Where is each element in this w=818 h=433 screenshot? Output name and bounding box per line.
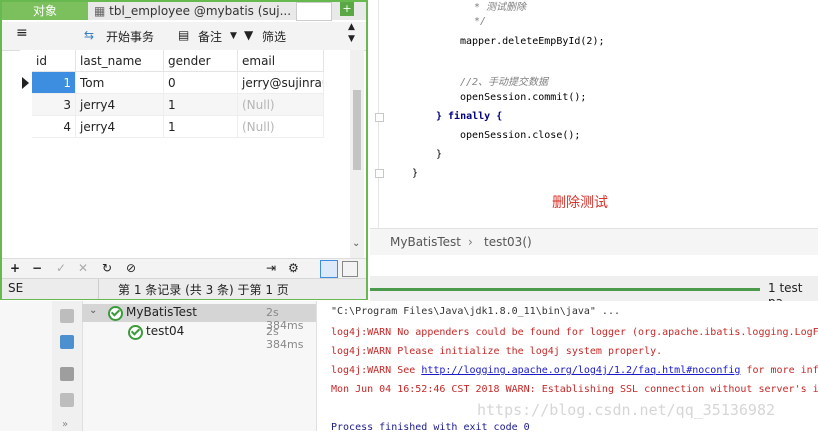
cell-gender[interactable]: 1 xyxy=(164,94,238,116)
console-line: "C:\Program Files\Java\jdk1.8.0_11\bin\j… xyxy=(331,306,620,317)
discard-icon[interactable]: ✕ xyxy=(78,261,88,275)
code-line-comment-end: */ xyxy=(468,16,487,27)
console-warn-prefix: log4j:WARN See xyxy=(331,365,422,376)
code-line: openSession.close(); xyxy=(460,130,581,141)
cell-id[interactable]: 4 xyxy=(32,116,76,138)
chevron-down-icon[interactable]: » xyxy=(62,419,68,430)
stop-icon[interactable] xyxy=(60,367,74,381)
breadcrumb-method[interactable]: test03() xyxy=(484,235,532,249)
data-grid[interactable]: id last_name gender email 1 Tom 0 jerry@… xyxy=(20,50,350,260)
console-line: Mon Jun 04 16:52:46 CST 2018 WARN: Estab… xyxy=(331,384,818,395)
rerun-icon[interactable] xyxy=(60,309,74,323)
test-child-time: 2s 384ms xyxy=(266,325,304,351)
transaction-icon: ⇆ xyxy=(84,28,95,42)
console-warn-suffix: for more info xyxy=(740,365,818,376)
progress-fill xyxy=(370,288,760,291)
chevron-down-icon[interactable]: ⌄ xyxy=(89,305,97,316)
console-line: log4j:WARN Please initialize the log4j s… xyxy=(331,346,663,357)
col-header-last-name[interactable]: last_name xyxy=(76,50,164,72)
pass-icon xyxy=(108,306,123,321)
breadcrumb-separator: › xyxy=(468,235,473,249)
tab-table[interactable]: ▦ tbl_employee @mybatis (suj... xyxy=(94,2,294,20)
code-editor[interactable]: * 测试删除 */ mapper.deleteEmpById(2); //2、手… xyxy=(370,0,818,228)
cell-email[interactable]: jerry@sujinrau xyxy=(238,72,324,94)
code-line-finally: } finally { xyxy=(436,111,503,122)
cell-last-name[interactable]: Tom xyxy=(76,72,164,94)
gear-icon[interactable]: ⚙ xyxy=(288,261,299,275)
history-icon[interactable] xyxy=(60,335,74,349)
menu-icon[interactable]: ≡ xyxy=(16,25,28,41)
status-record-text: 第 1 条记录 (共 3 条) 于第 1 页 xyxy=(118,283,289,297)
cell-gender[interactable]: 1 xyxy=(164,116,238,138)
cell-id[interactable]: 1 xyxy=(32,72,76,94)
tab-objects[interactable]: 对象 xyxy=(2,2,88,20)
code-line-brace: } xyxy=(436,149,443,160)
test-child-name[interactable]: test04 xyxy=(146,324,184,338)
add-icon[interactable]: + xyxy=(340,2,354,16)
status-divider xyxy=(98,279,99,299)
code-line-comment: * 测试删除 xyxy=(468,2,527,13)
console-line: log4j:WARN See http://logging.apache.org… xyxy=(331,365,818,376)
delete-record-icon[interactable]: − xyxy=(32,261,42,275)
test-progress-bar: 1 test pa xyxy=(370,276,818,309)
console-output[interactable]: "C:\Program Files\Java\jdk1.8.0_11\bin\j… xyxy=(316,301,818,433)
pass-icon xyxy=(128,325,143,340)
chevron-down-icon[interactable]: ⌄ xyxy=(352,238,360,249)
grid-view-icon[interactable] xyxy=(320,260,338,278)
cell-email[interactable]: (Null) xyxy=(238,116,324,138)
code-line: openSession.commit(); xyxy=(460,92,587,103)
begin-transaction-button[interactable]: 开始事务 xyxy=(106,28,154,45)
annotation-label: 删除测试 xyxy=(552,195,608,211)
navicat-toolbar: ≡ ⇆ 开始事务 ▤ 备注 ▼ ▼ 筛选 ▲ ▼ xyxy=(2,22,366,51)
cell-gender[interactable]: 0 xyxy=(164,72,238,94)
tab-table-label: tbl_employee @mybatis (suj... xyxy=(109,4,292,18)
navicat-statusbar: SE 第 1 条记录 (共 3 条) 于第 1 页 xyxy=(2,278,366,299)
fold-marker[interactable] xyxy=(375,113,384,122)
navicat-record-toolbar: + − ✓ ✕ ↻ ⊘ ⇥ ⚙ xyxy=(2,258,366,279)
code-delete-call: mapper.deleteEmpById(2); xyxy=(460,36,605,47)
scrollbar-thumb[interactable] xyxy=(353,90,361,170)
add-record-icon[interactable]: + xyxy=(10,261,20,275)
col-header-email[interactable]: email xyxy=(238,50,324,72)
code-line-brace: } xyxy=(412,168,419,179)
note-button[interactable]: 备注 xyxy=(198,28,222,45)
scroll-up-icon[interactable]: ▲ xyxy=(348,22,355,32)
camera-icon[interactable] xyxy=(60,393,74,407)
cell-email[interactable]: (Null) xyxy=(238,94,324,116)
code-line-comment: //2、手动提交数据 xyxy=(460,77,549,88)
last-page-icon[interactable]: ⇥ xyxy=(266,261,276,275)
apply-icon[interactable]: ✓ xyxy=(56,261,66,275)
breadcrumb: MyBatisTest › test03() xyxy=(370,228,818,255)
fold-marker[interactable] xyxy=(375,169,384,178)
refresh-icon[interactable]: ↻ xyxy=(102,261,112,275)
table-icon: ▦ xyxy=(94,4,110,18)
status-se: SE xyxy=(8,281,24,295)
col-header-id[interactable]: id xyxy=(32,50,76,72)
col-header-gender[interactable]: gender xyxy=(164,50,238,72)
navicat-window: 对象 ▦ tbl_employee @mybatis (suj... + ≡ ⇆… xyxy=(0,0,368,300)
filter-button[interactable]: 筛选 xyxy=(262,28,286,45)
console-line: log4j:WARN No appenders could be found f… xyxy=(331,327,818,338)
console-link[interactable]: http://logging.apache.org/log4j/1.2/faq.… xyxy=(421,365,740,376)
test-tools-column: » xyxy=(52,301,83,431)
note-dropdown-icon[interactable]: ▼ xyxy=(230,31,237,41)
cell-id[interactable]: 3 xyxy=(32,94,76,116)
scroll-down-icon[interactable]: ▼ xyxy=(348,34,355,44)
tab-input[interactable] xyxy=(296,2,332,21)
test-root-name[interactable]: MyBatisTest xyxy=(126,305,197,319)
breadcrumb-class[interactable]: MyBatisTest xyxy=(390,235,461,249)
navicat-tabbar: 对象 ▦ tbl_employee @mybatis (suj... + xyxy=(2,2,366,21)
console-line: Process finished with exit code 0 xyxy=(331,422,530,433)
note-icon: ▤ xyxy=(178,28,190,42)
watermark: https://blog.csdn.net/qq_35136982 xyxy=(477,401,776,419)
stop-icon[interactable]: ⊘ xyxy=(126,261,136,275)
code-line: mapper.deleteEmpById(2); xyxy=(460,36,605,47)
filter-icon: ▼ xyxy=(244,28,254,42)
test-tree-panel: » ⌄ MyBatisTest 2s 384ms test04 2s 384ms xyxy=(0,301,316,431)
form-view-icon[interactable] xyxy=(342,261,358,277)
cell-last-name[interactable]: jerry4 xyxy=(76,94,164,116)
vertical-scrollbar[interactable]: ⌄ xyxy=(350,50,364,260)
cell-last-name[interactable]: jerry4 xyxy=(76,116,164,138)
row-pointer-icon xyxy=(22,77,29,89)
